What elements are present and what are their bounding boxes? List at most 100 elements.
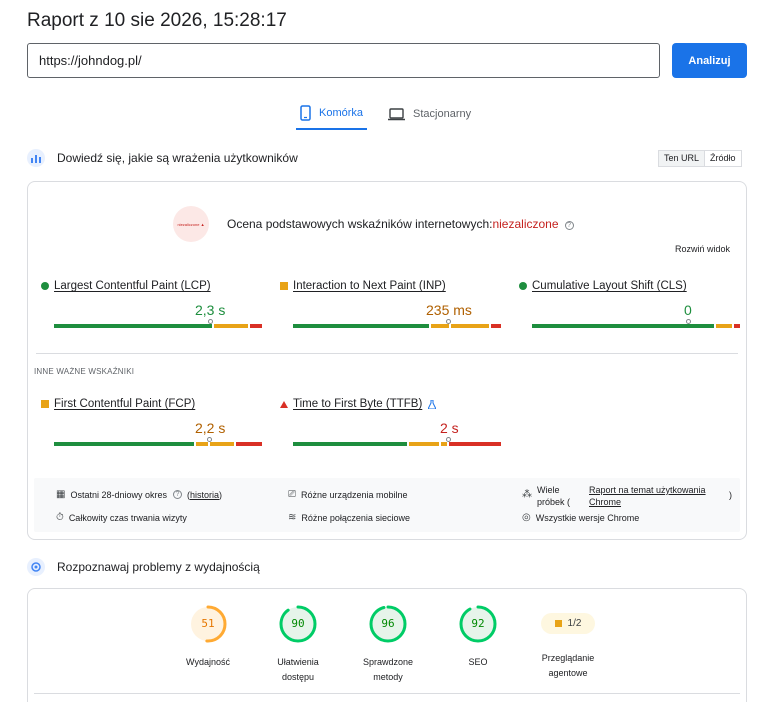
metric-fcp-label: First Contentful Paint (FCP) <box>54 398 196 410</box>
data-info-panel: ▦ Ostatni 28-dniowy okres ? (historia) ⏱… <box>34 478 740 532</box>
average-square-icon <box>554 620 562 627</box>
cwv-section-header: Dowiedź się, jakie są wrażenia użytkowni… <box>27 149 298 167</box>
score-performance[interactable]: 51 Wydajność <box>168 605 248 670</box>
gauge-best-practices: 96 <box>369 605 407 643</box>
metric-inp-name[interactable]: Interaction to Next Paint (INP) <box>280 280 515 292</box>
timer-icon: ⏱ <box>56 512 64 523</box>
info-chrome: ◎ Wszystkie wersje Chrome <box>522 512 639 523</box>
info-devices: ⎚ Różne urządzenia mobilne <box>288 489 408 500</box>
tab-desktop[interactable]: Stacjonarny <box>384 98 475 130</box>
score-seo[interactable]: 92 SEO <box>438 605 518 670</box>
score-best-practices-label: Sprawdzone metody <box>362 657 414 682</box>
score-seo-label: SEO <box>468 657 488 667</box>
assessment-status: niezaliczone <box>492 217 559 231</box>
perf-section-heading: Rozpoznawaj problemy z wydajnością <box>57 560 260 574</box>
info-samples-prefix: Wiele próbek ( <box>537 485 571 507</box>
agentic-value: 1/2 <box>567 618 582 629</box>
laptop-icon <box>388 107 406 120</box>
assessment-text: Ocena podstawowych wskaźników internetow… <box>227 217 574 231</box>
calendar-icon: ▦ <box>56 489 66 500</box>
good-dot-icon <box>519 282 527 290</box>
perf-divider <box>34 693 740 694</box>
assessment-badge: niezaliczone ▲ <box>173 206 209 242</box>
metric-lcp-name[interactable]: Largest Contentful Paint (LCP) <box>41 280 276 292</box>
info-period-text: Ostatni 28-dniowy okres <box>70 489 167 500</box>
info-history: (historia) <box>187 489 223 500</box>
metric-fcp-name[interactable]: First Contentful Paint (FCP) <box>41 398 276 410</box>
info-network-text: Różne połączenia sieciowe <box>301 512 410 523</box>
metric-lcp: Largest Contentful Paint (LCP) 2,3 s <box>41 280 276 328</box>
info-period: ▦ Ostatni 28-dniowy okres ? (historia) <box>56 489 222 500</box>
other-metrics-label: INNE WAŻNE WSKAŹNIKI <box>34 367 135 376</box>
assessment-label: Ocena podstawowych wskaźników internetow… <box>227 217 493 231</box>
score-best-practices[interactable]: 96 Sprawdzone metody <box>348 605 428 685</box>
analyze-button[interactable]: Analizuj <box>672 43 747 78</box>
gauge-accessibility: 90 <box>279 605 317 643</box>
samples-icon: ⁂ <box>522 489 532 500</box>
chrome-icon: ◎ <box>522 512 531 523</box>
poor-triangle-icon <box>280 400 288 408</box>
report-title: Raport z 10 sie 2026, 15:28:17 <box>27 10 287 31</box>
info-network: ≋ Różne połączenia sieciowe <box>288 512 410 523</box>
devices-icon: ⎚ <box>288 489 296 500</box>
wifi-icon: ≋ <box>288 512 297 523</box>
metric-ttfb: Time to First Byte (TTFB) 2 s <box>280 398 515 446</box>
crux-report-link[interactable]: Raport na temat użytkowania Chrome <box>589 484 725 508</box>
metric-cls-bar <box>532 324 740 328</box>
users-chart-icon <box>27 149 45 167</box>
history-link[interactable]: historia <box>190 490 219 500</box>
toggle-origin[interactable]: Źródło <box>705 151 741 166</box>
metric-ttfb-label: Time to First Byte (TTFB) <box>293 398 423 410</box>
info-devices-text: Różne urządzenia mobilne <box>301 489 408 500</box>
metric-lcp-label: Largest Contentful Paint (LCP) <box>54 280 211 292</box>
metric-cls: Cumulative Layout Shift (CLS) 0 <box>519 280 754 328</box>
score-accessibility[interactable]: 90 Ułatwienia dostępu <box>258 605 338 685</box>
score-seo-value: 92 <box>471 617 485 630</box>
info-samples-suffix: ) <box>729 490 732 500</box>
metric-ttfb-value: 2 s <box>440 420 459 436</box>
agentic-label: Przeglądanie agentowe <box>541 653 595 678</box>
score-accessibility-label: Ułatwienia dostępu <box>277 657 319 682</box>
metric-cls-name[interactable]: Cumulative Layout Shift (CLS) <box>519 280 754 292</box>
info-samples: ⁂ Wiele próbek ( Raport na temat użytkow… <box>522 484 736 508</box>
perf-card: 51 Wydajność 90 Ułatwienia dostępu 96 Sp… <box>27 588 747 702</box>
gauge-seo: 92 <box>459 605 497 643</box>
metric-inp: Interaction to Next Paint (INP) 235 ms <box>280 280 515 328</box>
url-input[interactable] <box>27 43 660 78</box>
metric-fcp-value: 2,2 s <box>195 420 226 436</box>
agentic-badge: 1/2 <box>541 613 595 634</box>
average-square-icon <box>280 282 288 290</box>
help-icon[interactable]: ? <box>564 221 574 230</box>
info-duration: ⏱ Całkowity czas trwania wizyty <box>56 512 187 523</box>
tab-mobile-label: Komórka <box>319 107 364 119</box>
metric-inp-label: Interaction to Next Paint (INP) <box>293 280 446 292</box>
metric-cls-label: Cumulative Layout Shift (CLS) <box>532 280 687 292</box>
metric-ttfb-name[interactable]: Time to First Byte (TTFB) <box>280 398 515 410</box>
score-performance-label: Wydajność <box>186 657 230 667</box>
tab-desktop-label: Stacjonarny <box>413 108 472 120</box>
expand-view-button[interactable]: Rozwiń widok <box>675 244 730 254</box>
metric-fcp: First Contentful Paint (FCP) 2,2 s <box>41 398 276 446</box>
good-dot-icon <box>41 282 49 290</box>
gauge-performance: 51 <box>189 605 227 643</box>
score-best-practices-value: 96 <box>381 617 395 630</box>
metric-lcp-value: 2,3 s <box>195 302 226 318</box>
phone-icon <box>300 105 311 121</box>
metric-fcp-bar <box>54 442 262 446</box>
info-duration-text: Całkowity czas trwania wizyty <box>68 512 187 523</box>
score-performance-value: 51 <box>201 617 215 630</box>
metric-cls-value: 0 <box>684 302 692 318</box>
average-square-icon <box>41 400 49 408</box>
metric-lcp-bar <box>54 324 262 328</box>
metric-inp-value: 235 ms <box>426 302 472 318</box>
help-icon[interactable]: ? <box>173 490 182 499</box>
score-agentic-browsing[interactable]: 1/2 Przeglądanie agentowe <box>528 605 608 681</box>
toggle-this-url[interactable]: Ten URL <box>659 151 706 166</box>
device-tabs: Komórka Stacjonarny <box>296 98 492 130</box>
score-accessibility-value: 90 <box>291 617 305 630</box>
perf-section-header: Rozpoznawaj problemy z wydajnością <box>27 558 260 576</box>
cwv-card: niezaliczone ▲ Ocena podstawowych wskaźn… <box>27 181 747 540</box>
info-chrome-text: Wszystkie wersje Chrome <box>535 512 640 523</box>
tab-mobile[interactable]: Komórka <box>296 98 368 130</box>
url-origin-toggle: Ten URL Źródło <box>658 150 742 167</box>
